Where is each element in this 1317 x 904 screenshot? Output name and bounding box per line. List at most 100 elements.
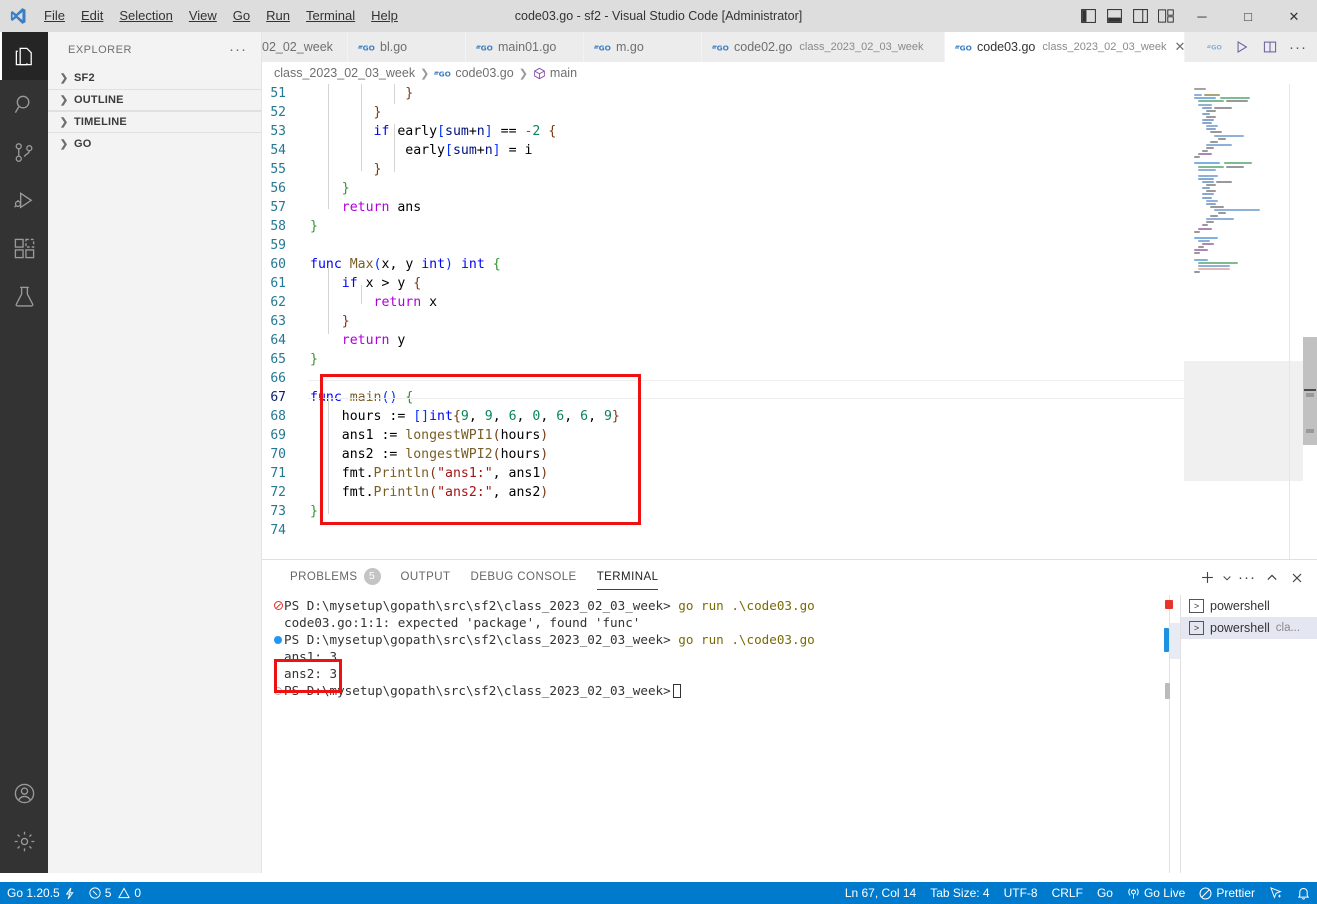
- line-number: 51: [270, 86, 286, 101]
- activity-extensions[interactable]: [0, 224, 48, 272]
- tab-main01-go[interactable]: GO main01.go: [466, 32, 584, 62]
- eol-label: CRLF: [1051, 886, 1083, 900]
- minimize-button[interactable]: ─: [1179, 0, 1225, 32]
- menu-selection[interactable]: Selection: [111, 0, 180, 32]
- status-go-version[interactable]: Go 1.20.5: [0, 882, 82, 904]
- menu-terminal[interactable]: Terminal: [298, 0, 363, 32]
- code-text: func Max(x, y int) int {: [310, 257, 501, 272]
- line-number: 66: [270, 371, 286, 386]
- sidebar-more-actions-icon[interactable]: ···: [229, 41, 253, 58]
- tab-bl-go[interactable]: GO bl.go: [348, 32, 466, 62]
- panel-tab-bar: PROBLEMS 5 OUTPUT DEBUG CONSOLE TERMINAL: [262, 560, 1317, 595]
- code-text: }: [310, 504, 318, 519]
- code-line: 66: [262, 369, 1317, 388]
- new-terminal-button[interactable]: [1195, 564, 1219, 592]
- minimap[interactable]: [1184, 84, 1303, 559]
- tab-code02-go[interactable]: GO code02.go class_2023_02_03_week: [702, 32, 945, 62]
- activity-testing[interactable]: [0, 272, 48, 320]
- terminal-instance-powershell-1[interactable]: > powershell: [1181, 595, 1317, 617]
- status-go-live[interactable]: Go Live: [1120, 882, 1192, 904]
- code-text: ans1 := longestWPI1(hours): [310, 428, 549, 443]
- code-line: 62 return x: [262, 293, 1317, 312]
- menu-help[interactable]: Help: [363, 0, 406, 32]
- code-text: }: [373, 105, 382, 120]
- minimap-slider[interactable]: [1184, 361, 1303, 481]
- code-text: if early[sum+n] == -2 {: [373, 124, 557, 139]
- activity-explorer[interactable]: [0, 32, 48, 80]
- status-problems[interactable]: 5 0: [82, 882, 148, 904]
- breadcrumb-folder[interactable]: class_2023_02_03_week: [274, 66, 415, 80]
- line-number: 65: [270, 352, 286, 367]
- menu-view[interactable]: View: [181, 0, 225, 32]
- minimap-line: [1198, 100, 1224, 103]
- sidebar-section-outline[interactable]: ❯ OUTLINE: [48, 89, 261, 111]
- minimap-line: [1202, 224, 1208, 227]
- sidebar-section-go[interactable]: ❯ GO: [48, 133, 261, 155]
- toggle-panel-icon[interactable]: [1101, 0, 1127, 32]
- toggle-secondary-sidebar-icon[interactable]: [1127, 0, 1153, 32]
- status-cursor-position[interactable]: Ln 67, Col 14: [838, 882, 923, 904]
- maximize-button[interactable]: □: [1225, 0, 1271, 32]
- code-text: return ans: [341, 200, 422, 215]
- minimap-line: [1218, 212, 1226, 214]
- menu-go[interactable]: Go: [225, 0, 258, 32]
- status-eol[interactable]: CRLF: [1045, 882, 1090, 904]
- close-icon: ✕: [1288, 8, 1300, 24]
- tab-code03-go[interactable]: GO code03.go class_2023_02_03_week ✕: [945, 32, 1185, 62]
- toggle-primary-sidebar-icon[interactable]: [1075, 0, 1101, 32]
- panel-tab-problems[interactable]: PROBLEMS 5: [280, 560, 391, 595]
- line-number: 61: [270, 276, 286, 291]
- close-window-button[interactable]: ✕: [1271, 0, 1317, 32]
- panel-more-actions-button[interactable]: ···: [1235, 564, 1259, 592]
- panel-tab-output[interactable]: OUTPUT: [391, 560, 461, 595]
- menu-edit[interactable]: Edit: [73, 0, 111, 32]
- chevron-right-icon: ❯: [59, 116, 69, 128]
- customize-layout-icon[interactable]: [1153, 0, 1179, 32]
- panel-tab-terminal[interactable]: TERMINAL: [587, 560, 669, 595]
- panel-actions: ···: [1195, 564, 1317, 592]
- status-tab-size[interactable]: Tab Size: 4: [923, 882, 996, 904]
- breadcrumb-file[interactable]: GO code03.go: [434, 66, 514, 80]
- sidebar-section-timeline[interactable]: ❯ TIMELINE: [48, 111, 261, 133]
- tab-m-go[interactable]: GO m.go: [584, 32, 702, 62]
- status-prettier[interactable]: Prettier: [1192, 882, 1262, 904]
- terminal-dropdown-chevron-icon[interactable]: [1220, 564, 1234, 592]
- breadcrumb-symbol[interactable]: main: [533, 66, 577, 80]
- activity-manage[interactable]: [0, 817, 48, 865]
- terminal-instance-powershell-2[interactable]: > powershell cla...: [1181, 617, 1317, 639]
- editor-vertical-scrollbar[interactable]: [1303, 84, 1317, 559]
- line-number: 64: [270, 333, 286, 348]
- code-editor[interactable]: 51 } 52 } 53 if early[sum+n] == -2 {54 ear…: [262, 84, 1317, 559]
- close-icon[interactable]: ✕: [1175, 39, 1186, 55]
- tab-description: class_2023_02_03_week: [1042, 41, 1167, 53]
- svg-text:GO: GO: [717, 43, 729, 52]
- minimap-line: [1204, 94, 1220, 97]
- menu-file[interactable]: File: [36, 0, 73, 32]
- status-notifications[interactable]: [1290, 882, 1317, 904]
- breadcrumb-label: class_2023_02_03_week: [274, 66, 416, 80]
- minimap-line: [1194, 258, 1208, 261]
- status-encoding[interactable]: UTF-8: [997, 882, 1045, 904]
- tab-label: m.go: [616, 40, 644, 54]
- terminal-output[interactable]: PS D:\mysetup\gopath\src\sf2\class_2023_…: [262, 595, 1177, 873]
- vscode-logo-icon: [0, 0, 36, 32]
- more-actions-button[interactable]: ···: [1285, 32, 1311, 62]
- activity-run-debug[interactable]: [0, 176, 48, 224]
- activity-source-control[interactable]: [0, 128, 48, 176]
- tab-02-02-week[interactable]: 02_02_week: [262, 32, 348, 62]
- status-feedback[interactable]: [1262, 882, 1290, 904]
- split-editor-button[interactable]: [1257, 32, 1283, 62]
- activity-search[interactable]: [0, 80, 48, 128]
- go-icon: GO: [434, 68, 451, 79]
- close-panel-button[interactable]: [1285, 564, 1309, 592]
- status-language-mode[interactable]: Go: [1090, 882, 1120, 904]
- run-button[interactable]: [1229, 32, 1255, 62]
- menu-run[interactable]: Run: [258, 0, 298, 32]
- activity-accounts[interactable]: [0, 769, 48, 817]
- maximize-panel-button[interactable]: [1260, 564, 1284, 592]
- terminal-instance-label: powershell: [1210, 621, 1270, 635]
- sidebar-section-sf2[interactable]: ❯ SF2: [48, 67, 261, 89]
- tab-label: main01.go: [498, 40, 557, 54]
- source-control-icon: [13, 141, 36, 164]
- panel-tab-debug-console[interactable]: DEBUG CONSOLE: [461, 560, 587, 595]
